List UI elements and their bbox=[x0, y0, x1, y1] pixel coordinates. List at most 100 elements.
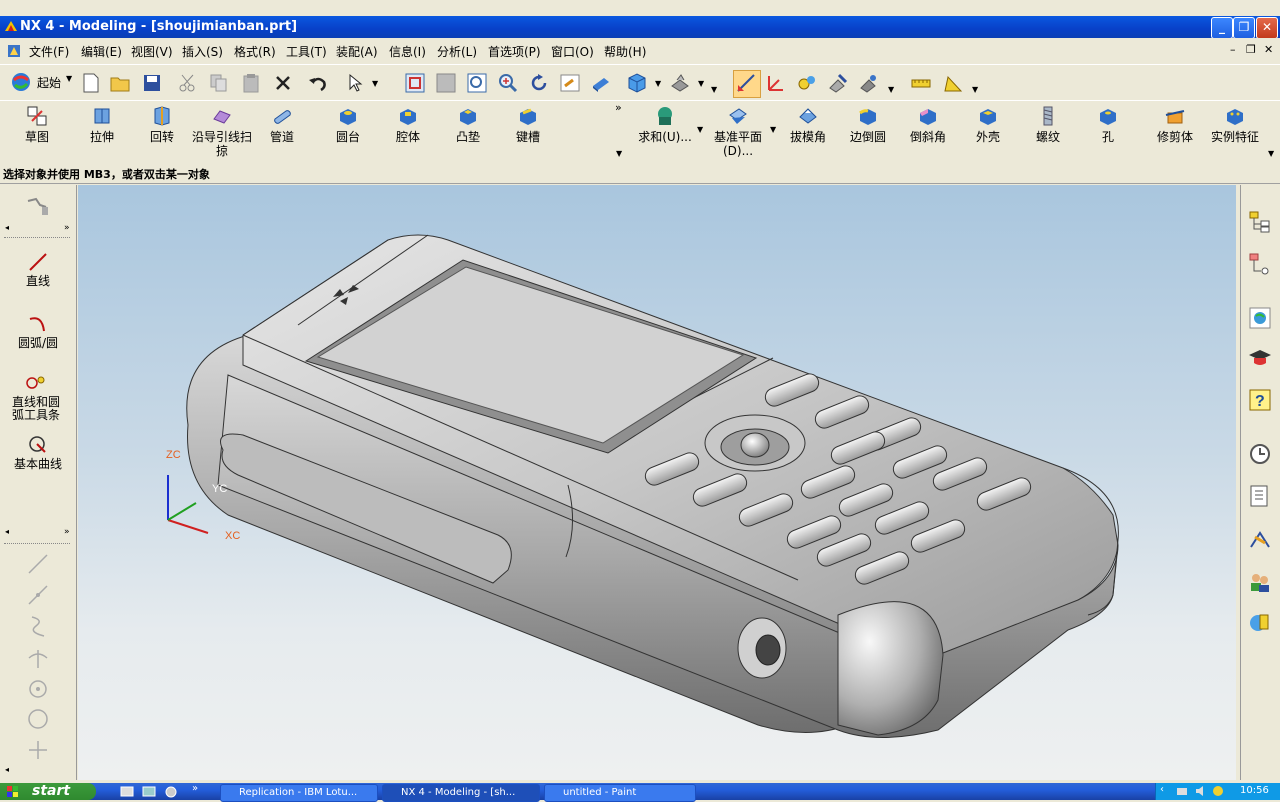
palette-expand-icon[interactable]: » bbox=[64, 223, 70, 233]
task-lotus[interactable]: Replication - IBM Lotu... bbox=[220, 784, 378, 802]
revolve-button[interactable]: 回转 bbox=[132, 103, 192, 144]
tray-expand-icon[interactable]: ‹ bbox=[1160, 784, 1164, 795]
reuse-library-icon[interactable] bbox=[1247, 483, 1273, 509]
menu-tools[interactable]: 工具(T) bbox=[286, 43, 327, 60]
trim-body-button[interactable]: 修剪体 bbox=[1145, 103, 1205, 144]
task-nx[interactable]: NX 4 - Modeling - [sh... bbox=[382, 784, 540, 802]
select-dropdown-icon[interactable]: ▼ bbox=[372, 79, 378, 88]
rotate-icon[interactable] bbox=[528, 72, 550, 94]
render-dropdown-icon[interactable]: ▼ bbox=[698, 79, 704, 88]
sketch-button[interactable]: 草图 bbox=[7, 103, 67, 144]
chamfer-button[interactable]: 倒斜角 bbox=[898, 103, 958, 144]
tray-network-icon[interactable] bbox=[1176, 785, 1188, 797]
zoom-window-icon[interactable] bbox=[466, 72, 488, 94]
graphics-window[interactable]: ZC YC XC bbox=[78, 185, 1236, 780]
arc-circle-tool[interactable]: 圆弧/圆 bbox=[0, 313, 76, 350]
extrude-button[interactable]: 拉伸 bbox=[72, 103, 132, 144]
basic-curves-tool[interactable]: 基本曲线 bbox=[0, 434, 76, 471]
datum-plane-button[interactable]: 基准平面(D)... bbox=[707, 103, 769, 158]
open-folder-icon[interactable] bbox=[109, 72, 131, 94]
unite-button[interactable]: 求和(U)... bbox=[635, 103, 695, 144]
training-icon[interactable] bbox=[1247, 345, 1273, 371]
instance-feature-button[interactable]: 实例特征 bbox=[1205, 103, 1265, 144]
menu-preferences[interactable]: 首选项(P) bbox=[488, 43, 541, 60]
menu-file[interactable]: 文件(F) bbox=[29, 43, 69, 60]
web-browser-icon[interactable] bbox=[1247, 305, 1273, 331]
edit-feature-icon[interactable] bbox=[827, 72, 849, 94]
curve-tool-icon[interactable] bbox=[26, 195, 50, 219]
feature-tool-icon[interactable] bbox=[796, 72, 818, 94]
shaded-view-icon[interactable] bbox=[590, 72, 612, 94]
pan-icon[interactable] bbox=[559, 72, 581, 94]
menu-assembly[interactable]: 装配(A) bbox=[336, 43, 378, 60]
thread-button[interactable]: 螺纹 bbox=[1018, 103, 1078, 144]
zoom-icon[interactable] bbox=[497, 72, 519, 94]
shell-button[interactable]: 外壳 bbox=[958, 103, 1018, 144]
hole-button[interactable]: 孔 bbox=[1078, 103, 1138, 144]
palette2-expand-icon[interactable]: » bbox=[64, 527, 70, 537]
tray-security-icon[interactable] bbox=[1212, 785, 1224, 797]
menu-edit[interactable]: 编辑(E) bbox=[81, 43, 122, 60]
close-button[interactable]: ✕ bbox=[1256, 17, 1278, 39]
fit-view-icon[interactable] bbox=[404, 72, 426, 94]
nx-app-icon[interactable] bbox=[6, 43, 22, 59]
point-disabled-icon[interactable] bbox=[26, 738, 50, 762]
sweep-along-guide-button[interactable]: 沿导引线扫掠 bbox=[192, 103, 252, 158]
minimize-button[interactable]: _ bbox=[1211, 17, 1233, 39]
render-style-icon[interactable] bbox=[669, 72, 691, 94]
start-dropdown-icon[interactable]: ▼ bbox=[66, 74, 72, 83]
toolbar-overflow-icon[interactable]: ▼ bbox=[711, 85, 717, 94]
snap-point-icon[interactable] bbox=[733, 70, 761, 98]
phone-model[interactable]: ZC YC XC bbox=[78, 185, 1236, 780]
cube-view-icon[interactable] bbox=[626, 72, 648, 94]
quicklaunch-2-icon[interactable] bbox=[164, 785, 178, 798]
toolbar-options-icon[interactable]: ▼ bbox=[616, 149, 622, 158]
help-icon[interactable]: ? bbox=[1247, 387, 1273, 413]
menu-help[interactable]: 帮助(H) bbox=[604, 43, 646, 60]
system-materials-icon[interactable] bbox=[1247, 609, 1273, 635]
palette3-left-arrow-icon[interactable]: ◂ bbox=[5, 765, 9, 774]
point-line-disabled-icon[interactable] bbox=[26, 583, 50, 607]
measure-angle-icon[interactable] bbox=[942, 72, 964, 94]
tangent-disabled-icon[interactable] bbox=[26, 646, 50, 670]
maximize-button[interactable]: ❐ bbox=[1233, 17, 1255, 39]
datum-dropdown-icon[interactable]: ▼ bbox=[770, 125, 776, 134]
delete-icon[interactable] bbox=[272, 72, 294, 94]
measure-dropdown-icon[interactable]: ▼ bbox=[972, 85, 978, 94]
feature-toolbar-options-icon[interactable]: ▼ bbox=[1268, 149, 1274, 158]
boss-button[interactable]: 圆台 bbox=[318, 103, 378, 144]
line-arc-toolbar-tool[interactable]: 直线和圆弧工具条 bbox=[0, 372, 74, 422]
palette2-left-arrow-icon[interactable]: ◂ bbox=[5, 527, 9, 536]
history-icon[interactable] bbox=[1247, 441, 1273, 467]
save-icon[interactable] bbox=[141, 72, 163, 94]
menu-info[interactable]: 信息(I) bbox=[389, 43, 426, 60]
part-navigator-icon[interactable] bbox=[1247, 251, 1273, 277]
tube-button[interactable]: 管道 bbox=[252, 103, 312, 144]
menu-window[interactable]: 窗口(O) bbox=[551, 43, 594, 60]
menu-format[interactable]: 格式(R) bbox=[234, 43, 276, 60]
line-tool[interactable]: 直线 bbox=[0, 251, 76, 288]
doc-restore-button[interactable]: ❐ bbox=[1246, 43, 1256, 56]
edit-dropdown-icon[interactable]: ▼ bbox=[888, 85, 894, 94]
edge-blend-button[interactable]: 边倒圆 bbox=[838, 103, 898, 144]
start-button[interactable]: start bbox=[0, 783, 96, 800]
task-paint[interactable]: untitled - Paint bbox=[544, 784, 696, 802]
show-desktop-icon[interactable] bbox=[120, 785, 134, 798]
start-button-label[interactable]: 起始 bbox=[37, 74, 61, 91]
menu-insert[interactable]: 插入(S) bbox=[182, 43, 223, 60]
object-display-icon[interactable] bbox=[858, 72, 880, 94]
measure-distance-icon[interactable] bbox=[910, 72, 932, 94]
select-filter-icon[interactable] bbox=[345, 72, 367, 94]
paste-icon[interactable] bbox=[240, 72, 262, 94]
tray-volume-icon[interactable] bbox=[1194, 785, 1206, 797]
new-file-icon[interactable] bbox=[80, 72, 102, 94]
cut-icon[interactable] bbox=[177, 72, 199, 94]
doc-close-button[interactable]: ✕ bbox=[1264, 43, 1273, 56]
quicklaunch-more-icon[interactable]: » bbox=[192, 783, 198, 794]
menu-view[interactable]: 视图(V) bbox=[131, 43, 173, 60]
pocket-button[interactable]: 腔体 bbox=[378, 103, 438, 144]
pad-button[interactable]: 凸垫 bbox=[438, 103, 498, 144]
unite-dropdown-icon[interactable]: ▼ bbox=[697, 125, 703, 134]
zoom-region-icon[interactable] bbox=[435, 72, 457, 94]
menu-analysis[interactable]: 分析(L) bbox=[437, 43, 477, 60]
